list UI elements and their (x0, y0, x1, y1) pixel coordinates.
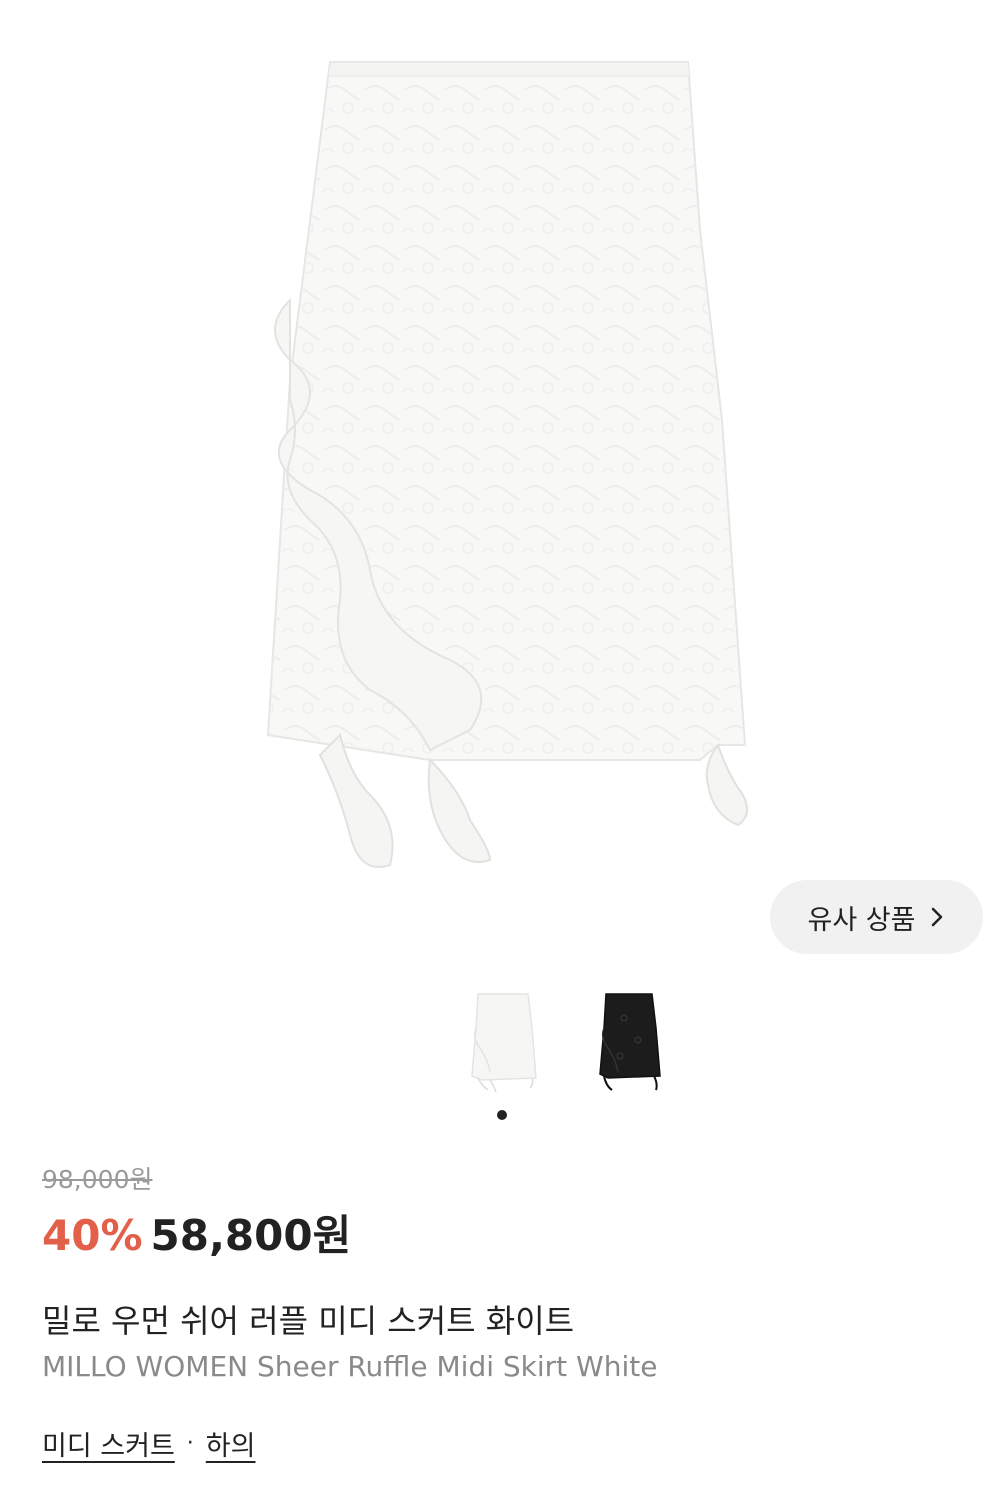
similar-products-button[interactable]: 유사 상품 (770, 880, 983, 954)
similar-products-label: 유사 상품 (807, 904, 916, 936)
carousel-dot-active[interactable] (497, 1110, 507, 1120)
category-link-bottoms[interactable]: 하의 (206, 1424, 256, 1463)
product-main-image[interactable] (0, 0, 1004, 960)
product-name-korean: 밀로 우먼 쉬어 러플 미디 스커트 화이트 (42, 1302, 575, 1340)
sale-price-row: 40% 58,800원 (42, 1202, 351, 1263)
original-price: 98,000원 (42, 1165, 153, 1194)
chevron-right-icon (932, 907, 943, 927)
thumbnail-black[interactable] (590, 988, 670, 1098)
discount-rate: 40% (42, 1211, 143, 1260)
category-breadcrumb: 미디 스커트 · 하의 (42, 1424, 255, 1463)
white-skirt-thumbnail-image (471, 993, 537, 1093)
category-link-midi-skirt[interactable]: 미디 스커트 (42, 1424, 175, 1463)
color-thumbnails (0, 988, 1004, 1098)
black-skirt-thumbnail-image (599, 993, 661, 1091)
price-section: 98,000원 40% 58,800원 (42, 1160, 351, 1263)
category-separator: · (186, 1431, 194, 1456)
product-name-english: MILLO WOMEN Sheer Ruffle Midi Skirt Whit… (42, 1350, 658, 1383)
carousel-indicator (0, 1110, 1004, 1122)
thumbnail-white[interactable] (462, 988, 542, 1098)
white-skirt-illustration (266, 61, 748, 868)
sale-price: 58,800원 (150, 1211, 352, 1260)
